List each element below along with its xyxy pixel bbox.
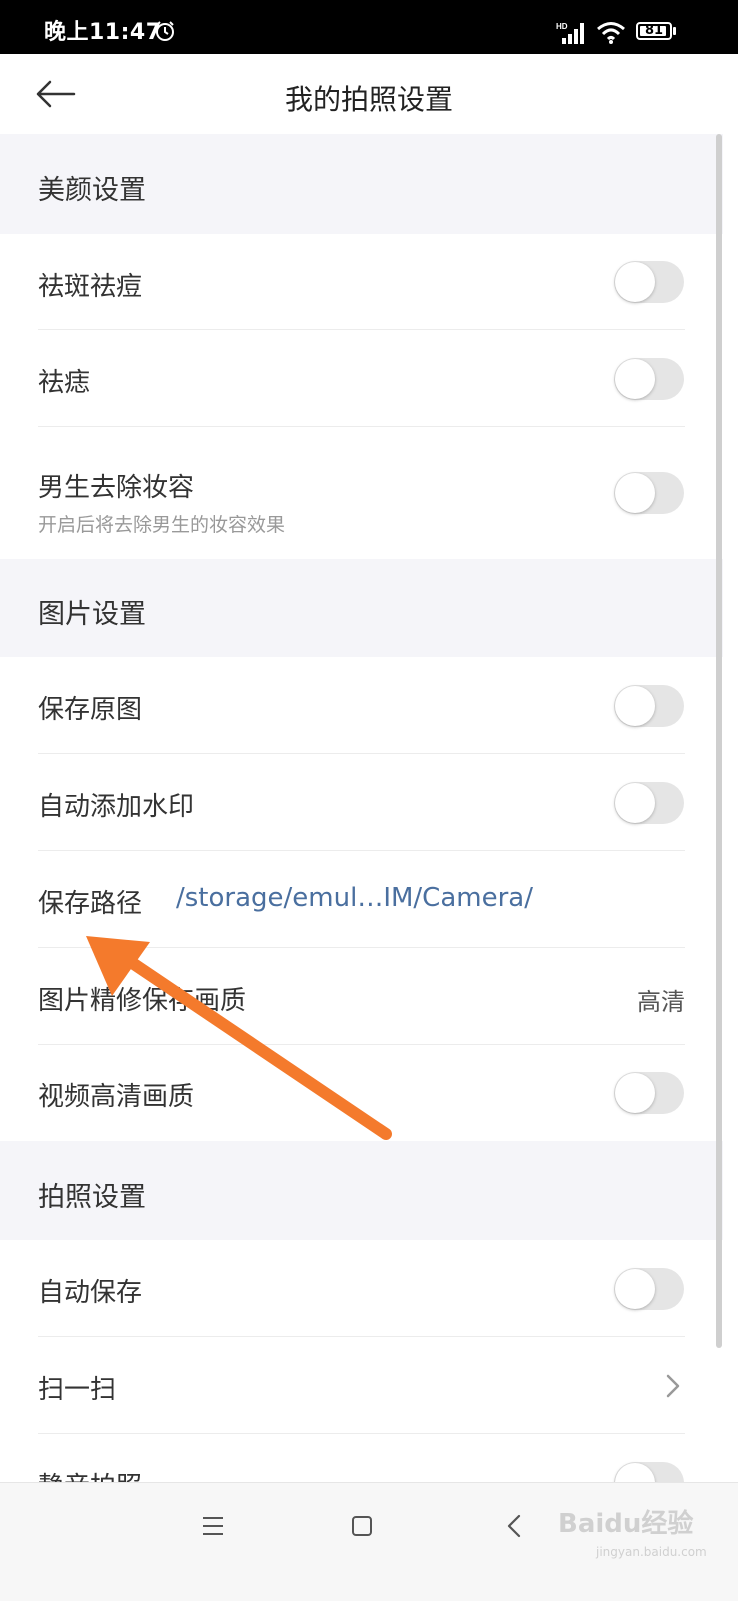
row-label: 祛痣 [38,368,91,398]
section-header-beauty: 美颜设置 [0,134,723,234]
section-title: 拍照设置 [38,1182,146,1213]
battery-level: 81 [644,23,664,38]
settings-list[interactable]: 美颜设置 祛斑祛痘 祛痣 男生去除妆容 开启后将去除男生的妆容效果 图片设置 保… [0,134,738,1482]
hd-video-toggle[interactable] [614,1072,684,1114]
section-header-photo: 拍照设置 [0,1141,723,1240]
row-label: 视频高清画质 [38,1082,195,1112]
save-original-toggle[interactable] [614,685,684,727]
scrollbar[interactable] [716,134,722,1348]
remove-male-makeup-toggle[interactable] [614,472,684,514]
row-spot-removal[interactable]: 祛斑祛痘 [0,234,723,330]
watermark-url: jingyan.baidu.com [596,1545,707,1559]
row-silent-shot[interactable]: 静音拍照 [0,1434,723,1482]
row-label: 扫一扫 [38,1375,117,1405]
section-title: 图片设置 [38,599,146,630]
silent-shot-toggle[interactable] [614,1462,684,1482]
row-label: 保存原图 [38,695,143,725]
row-label: 自动添加水印 [38,792,195,822]
row-auto-watermark[interactable]: 自动添加水印 [0,754,723,851]
wifi-icon [597,22,625,44]
row-label: 图片精修保存画质 [38,986,247,1016]
row-auto-save[interactable]: 自动保存 [0,1240,723,1337]
row-label: 自动保存 [38,1278,143,1308]
row-hd-video[interactable]: 视频高清画质 [0,1045,723,1141]
row-mole-removal[interactable]: 祛痣 [0,330,723,427]
row-save-original[interactable]: 保存原图 [0,657,723,754]
watermark-logo: Baidu经验 [558,1509,694,1539]
status-bar: 晚上11:47 HD 81 [0,0,738,54]
row-retouch-quality[interactable]: 图片精修保存画质 高清 [0,948,723,1045]
section-header-image: 图片设置 [0,559,723,657]
app-header: 我的拍照设置 [0,54,738,134]
row-scan[interactable]: 扫一扫 [0,1337,723,1434]
section-title: 美颜设置 [38,175,146,206]
signal-icon: HD [556,22,584,44]
row-save-path[interactable]: 保存路径 /storage/emul…IM/Camera/ [0,851,723,948]
save-path-value[interactable]: /storage/emul…IM/Camera/ [176,883,533,913]
home-square-icon[interactable] [352,1516,372,1536]
spot-removal-toggle[interactable] [614,261,684,303]
retouch-quality-value[interactable]: 高清 [637,982,685,1017]
page-title: 我的拍照设置 [284,83,453,116]
menu-icon[interactable] [202,1515,224,1537]
status-time: 晚上11:47 [44,20,162,45]
back-chevron-icon[interactable] [506,1513,522,1539]
auto-watermark-toggle[interactable] [614,782,684,824]
mole-removal-toggle[interactable] [614,358,684,400]
row-label: 保存路径 [38,889,143,919]
row-label: 男生去除妆容 [38,473,195,503]
row-label: 静音拍照 [38,1466,142,1482]
row-subtitle: 开启后将去除男生的妆容效果 [38,514,286,536]
auto-save-toggle[interactable] [614,1268,684,1310]
chevron-right-icon [666,1374,680,1398]
row-remove-male-makeup[interactable]: 男生去除妆容 开启后将去除男生的妆容效果 [0,427,723,559]
system-nav-bar: Baidu经验 jingyan.baidu.com [0,1482,738,1601]
svg-text:HD: HD [556,22,568,31]
battery-icon: 81 [636,22,678,42]
row-label: 祛斑祛痘 [38,272,143,302]
alarm-icon [156,21,174,41]
